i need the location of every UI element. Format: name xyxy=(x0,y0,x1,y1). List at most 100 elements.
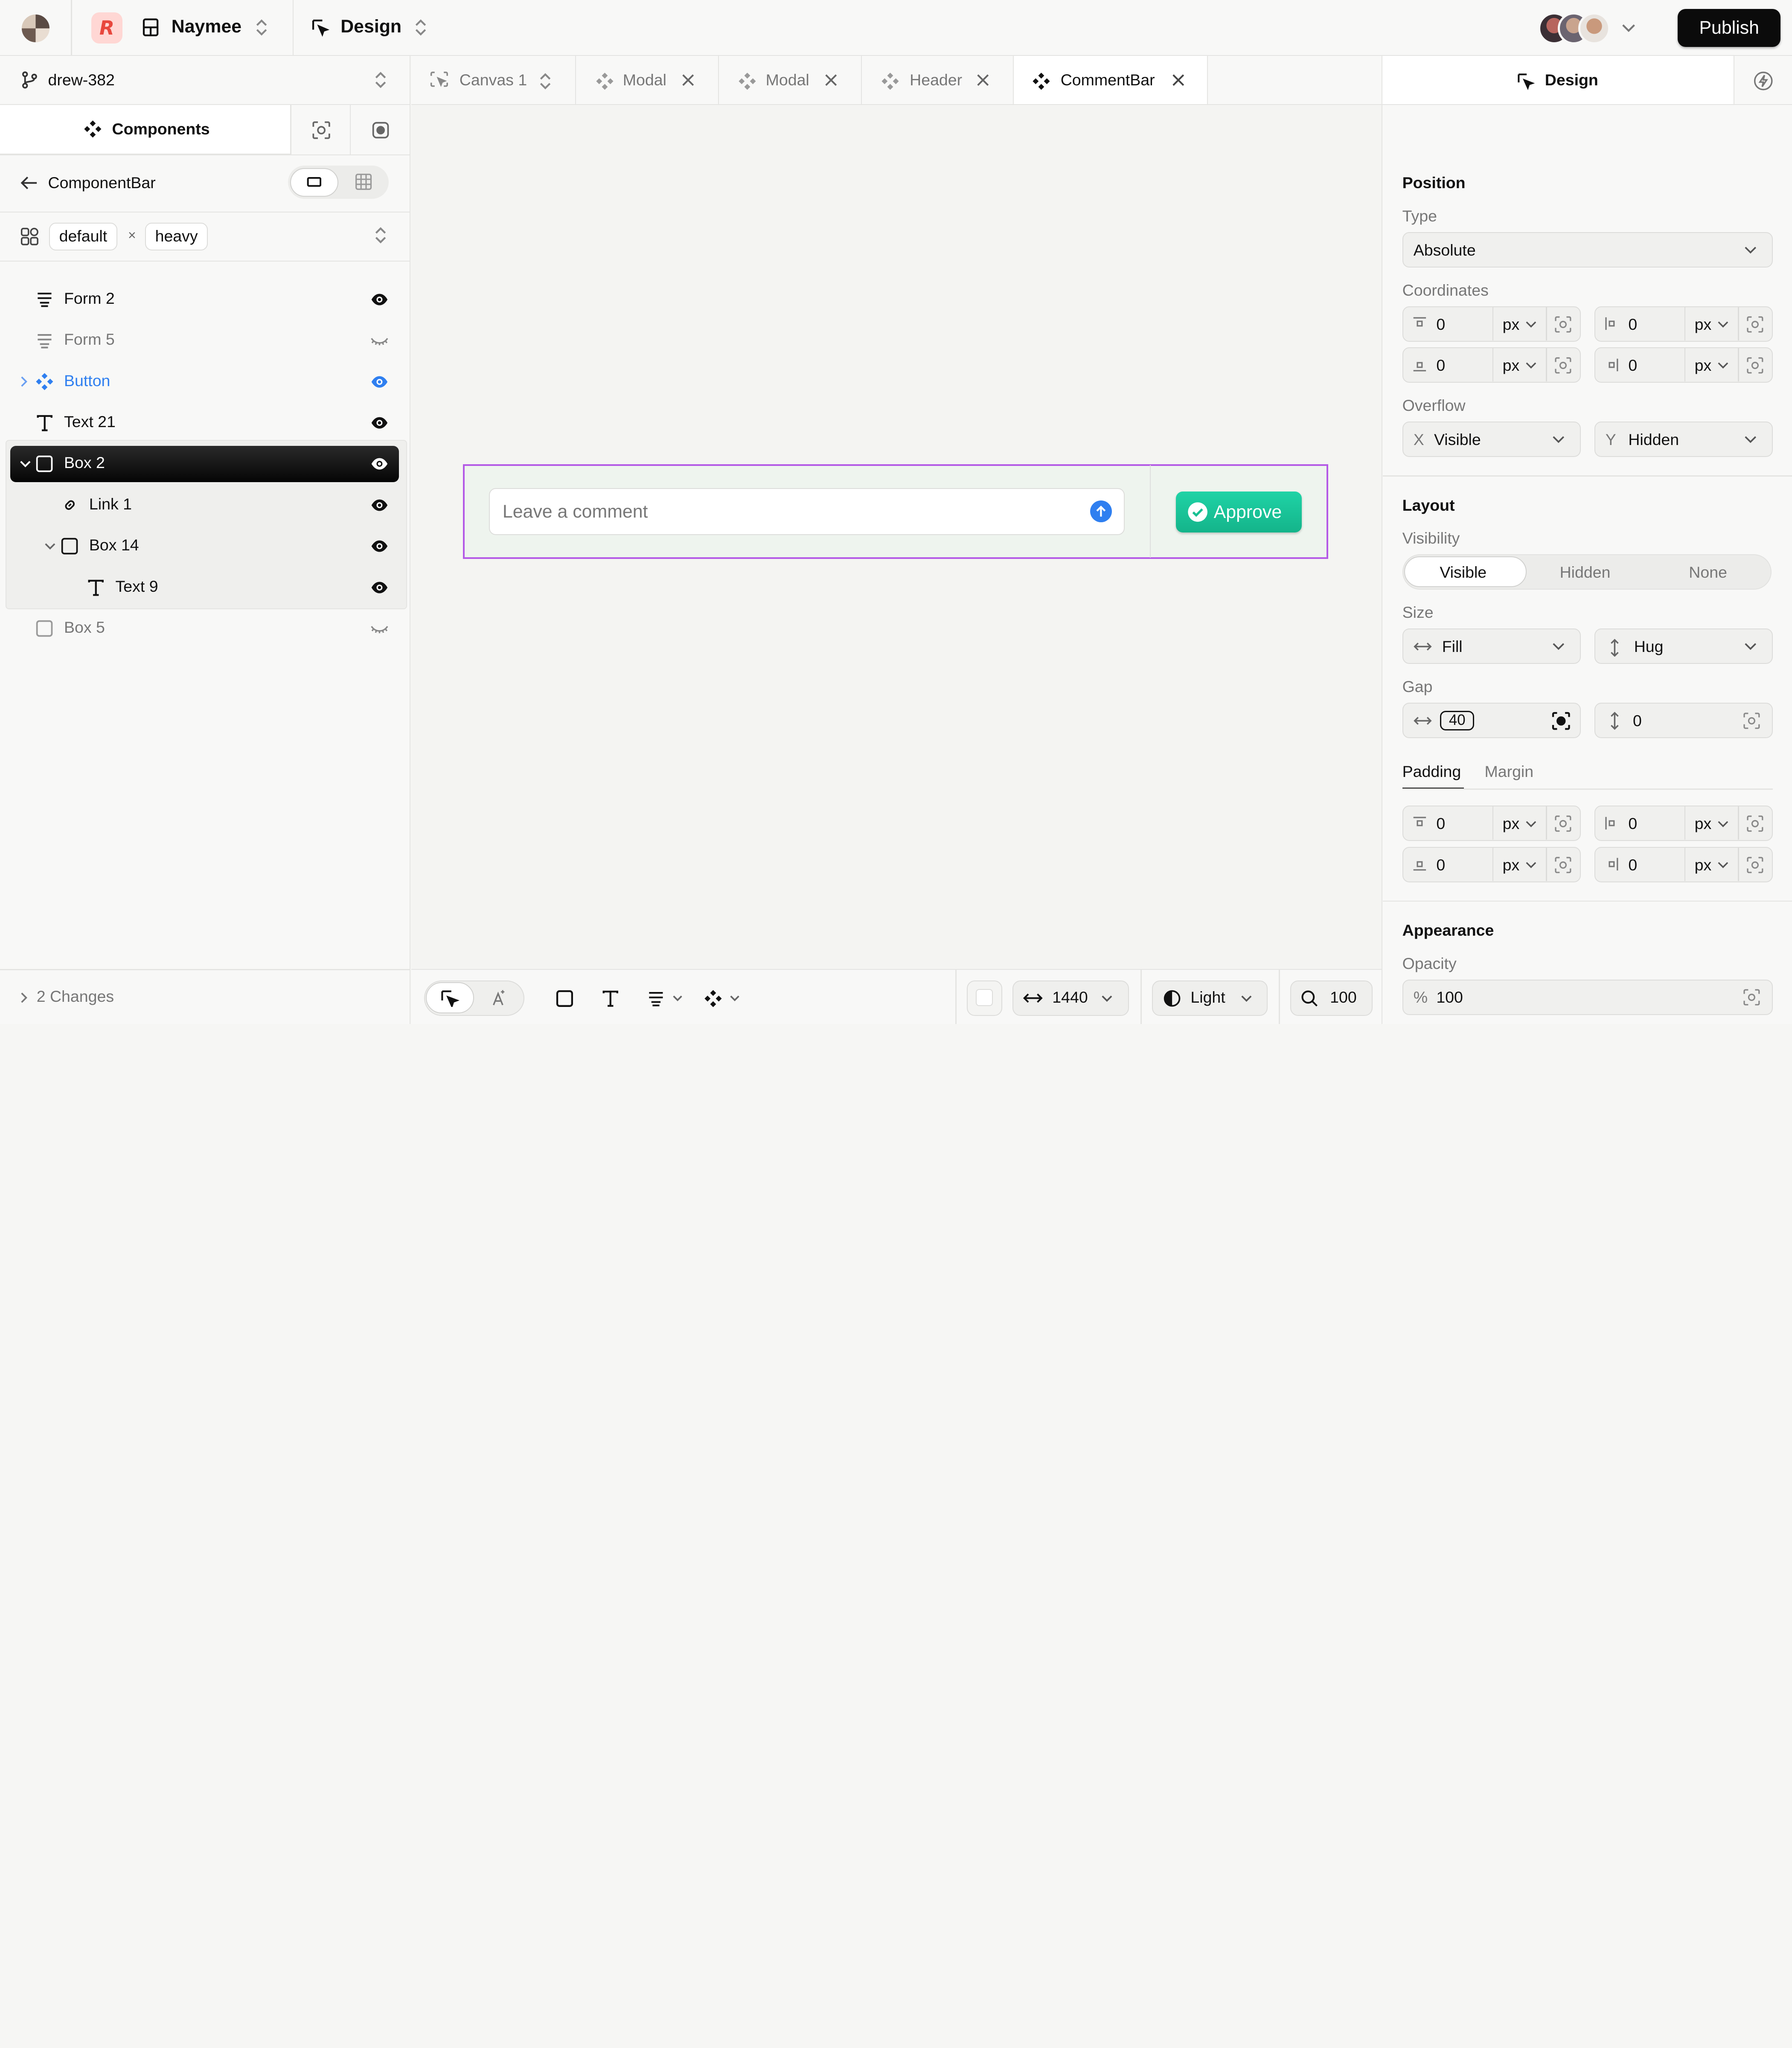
chevron-updown-icon[interactable] xyxy=(253,17,271,38)
scan-icon[interactable] xyxy=(308,118,334,143)
eye-icon[interactable] xyxy=(369,578,390,596)
unit-label[interactable]: px xyxy=(1503,356,1520,375)
layer-item[interactable]: Form 2 xyxy=(10,281,399,318)
scan-active-icon[interactable] xyxy=(1550,710,1573,733)
padding-right-field[interactable]: 0 px xyxy=(1594,847,1773,882)
select-tool-button[interactable] xyxy=(426,982,474,1013)
close-icon[interactable] xyxy=(680,72,696,88)
grid-view-icon[interactable] xyxy=(354,172,372,191)
scan-icon[interactable] xyxy=(1553,813,1574,834)
eye-closed-icon[interactable] xyxy=(369,332,390,350)
padding-top-field[interactable]: 0 px xyxy=(1402,806,1581,841)
coord-right-field[interactable]: 0 px xyxy=(1594,347,1773,383)
chevron-updown-icon[interactable] xyxy=(411,17,430,38)
form-tool-icon[interactable] xyxy=(645,987,668,1010)
layer-item[interactable]: Box 14 xyxy=(10,528,399,565)
unit-label[interactable]: px xyxy=(1695,315,1712,334)
mode-label[interactable]: Design xyxy=(340,16,401,37)
chevron-down-icon[interactable] xyxy=(1524,859,1538,871)
chevron-down-icon[interactable] xyxy=(1524,360,1538,371)
scan-icon[interactable] xyxy=(1745,355,1766,375)
box-tool-icon[interactable] xyxy=(553,987,576,1010)
unit-label[interactable]: px xyxy=(1695,356,1712,375)
size-height-select[interactable]: Hug xyxy=(1594,628,1773,664)
scan-icon[interactable] xyxy=(1742,710,1762,731)
unit-label[interactable]: px xyxy=(1503,856,1520,874)
size-width-select[interactable]: Fill xyxy=(1402,628,1581,664)
chevron-updown-icon[interactable] xyxy=(372,70,390,90)
brand-logo-icon[interactable]: R xyxy=(91,12,122,44)
tab-margin[interactable]: Margin xyxy=(1485,762,1534,781)
ai-text-icon[interactable] xyxy=(488,988,508,1009)
overflow-x-select[interactable]: X Visible xyxy=(1402,422,1581,457)
close-icon[interactable] xyxy=(823,72,839,88)
chevron-down-icon[interactable] xyxy=(1524,818,1538,829)
chevron-right-icon[interactable] xyxy=(18,375,30,389)
tab-components[interactable]: Components xyxy=(0,105,291,154)
theme-select[interactable]: Light xyxy=(1152,980,1268,1016)
branch-name[interactable]: drew-382 xyxy=(48,71,115,89)
unit-label[interactable]: px xyxy=(1503,315,1520,334)
chevron-down-icon[interactable] xyxy=(1716,360,1730,371)
coord-top-field[interactable]: 0 px xyxy=(1402,306,1581,342)
interactions-bolt-icon[interactable] xyxy=(1752,70,1775,93)
chevron-updown-icon[interactable] xyxy=(372,225,390,246)
width-select[interactable]: 1440 xyxy=(1012,980,1129,1016)
coord-left-field[interactable]: 0 px xyxy=(1594,306,1773,342)
gap-vertical-field[interactable]: 0 xyxy=(1594,703,1773,739)
tab-modal[interactable]: Modal xyxy=(576,56,719,104)
view-toggle[interactable] xyxy=(288,166,389,199)
back-arrow-icon[interactable] xyxy=(18,172,39,193)
eye-icon[interactable] xyxy=(369,455,390,473)
unit-label[interactable]: px xyxy=(1695,856,1712,874)
chevron-down-icon[interactable] xyxy=(44,541,57,552)
close-icon[interactable] xyxy=(975,72,991,88)
layer-item-selected[interactable]: Box 2 xyxy=(10,445,399,483)
chevron-down-icon[interactable] xyxy=(1716,319,1730,330)
overflow-y-select[interactable]: Y Hidden xyxy=(1594,422,1773,457)
assets-icon[interactable] xyxy=(368,118,393,143)
gap-horizontal-field[interactable] xyxy=(1402,703,1581,739)
eye-icon[interactable] xyxy=(369,537,390,556)
layer-item[interactable]: Button xyxy=(10,364,399,400)
visibility-option-none[interactable]: None xyxy=(1689,563,1727,582)
zoom-field[interactable]: 100 xyxy=(1290,980,1373,1016)
variant-chip[interactable]: heavy xyxy=(145,223,208,250)
layer-item[interactable]: Text 21 xyxy=(10,404,399,441)
tab-header[interactable]: Header xyxy=(862,56,1014,104)
tab-canvas[interactable]: Canvas 1 xyxy=(411,56,576,104)
eye-icon[interactable] xyxy=(369,372,390,391)
scan-icon[interactable] xyxy=(1553,355,1574,375)
scan-icon[interactable] xyxy=(1742,987,1762,1008)
padding-bottom-field[interactable]: 0 px xyxy=(1402,847,1581,882)
layer-item[interactable]: Link 1 xyxy=(10,487,399,524)
text-tool-icon[interactable] xyxy=(599,987,622,1010)
tab-commentbar[interactable]: CommentBar xyxy=(1013,56,1208,104)
chevron-down-icon[interactable] xyxy=(1524,319,1538,330)
send-button[interactable] xyxy=(1090,500,1112,523)
chevron-down-icon[interactable] xyxy=(1716,818,1730,829)
chevron-down-icon[interactable] xyxy=(18,458,32,470)
tab-padding[interactable]: Padding xyxy=(1402,762,1461,781)
comment-input[interactable]: Leave a comment xyxy=(489,488,1125,535)
padding-left-field[interactable]: 0 px xyxy=(1594,806,1773,841)
close-icon[interactable] xyxy=(1170,72,1187,88)
scan-icon[interactable] xyxy=(1745,314,1766,335)
eye-icon[interactable] xyxy=(369,290,390,308)
tab-modal[interactable]: Modal xyxy=(719,56,862,104)
scan-icon[interactable] xyxy=(1745,813,1766,834)
chevron-down-icon[interactable] xyxy=(1716,859,1730,871)
unit-label[interactable]: px xyxy=(1503,815,1520,833)
opacity-field[interactable]: % 100 xyxy=(1402,979,1773,1015)
collaborator-avatar[interactable] xyxy=(1578,12,1611,45)
eye-icon[interactable] xyxy=(369,496,390,515)
changes-link[interactable]: 2 Changes xyxy=(37,987,114,1006)
variant-chip[interactable]: default xyxy=(49,223,117,250)
chevron-down-icon[interactable] xyxy=(728,993,742,1004)
layer-item[interactable]: Box 5 xyxy=(10,610,399,647)
chevron-updown-icon[interactable] xyxy=(537,71,553,91)
position-type-select[interactable]: Absolute xyxy=(1402,232,1773,268)
approve-button[interactable]: Approve xyxy=(1176,491,1302,533)
publish-button[interactable]: Publish xyxy=(1678,9,1781,47)
eye-icon[interactable] xyxy=(369,414,390,432)
